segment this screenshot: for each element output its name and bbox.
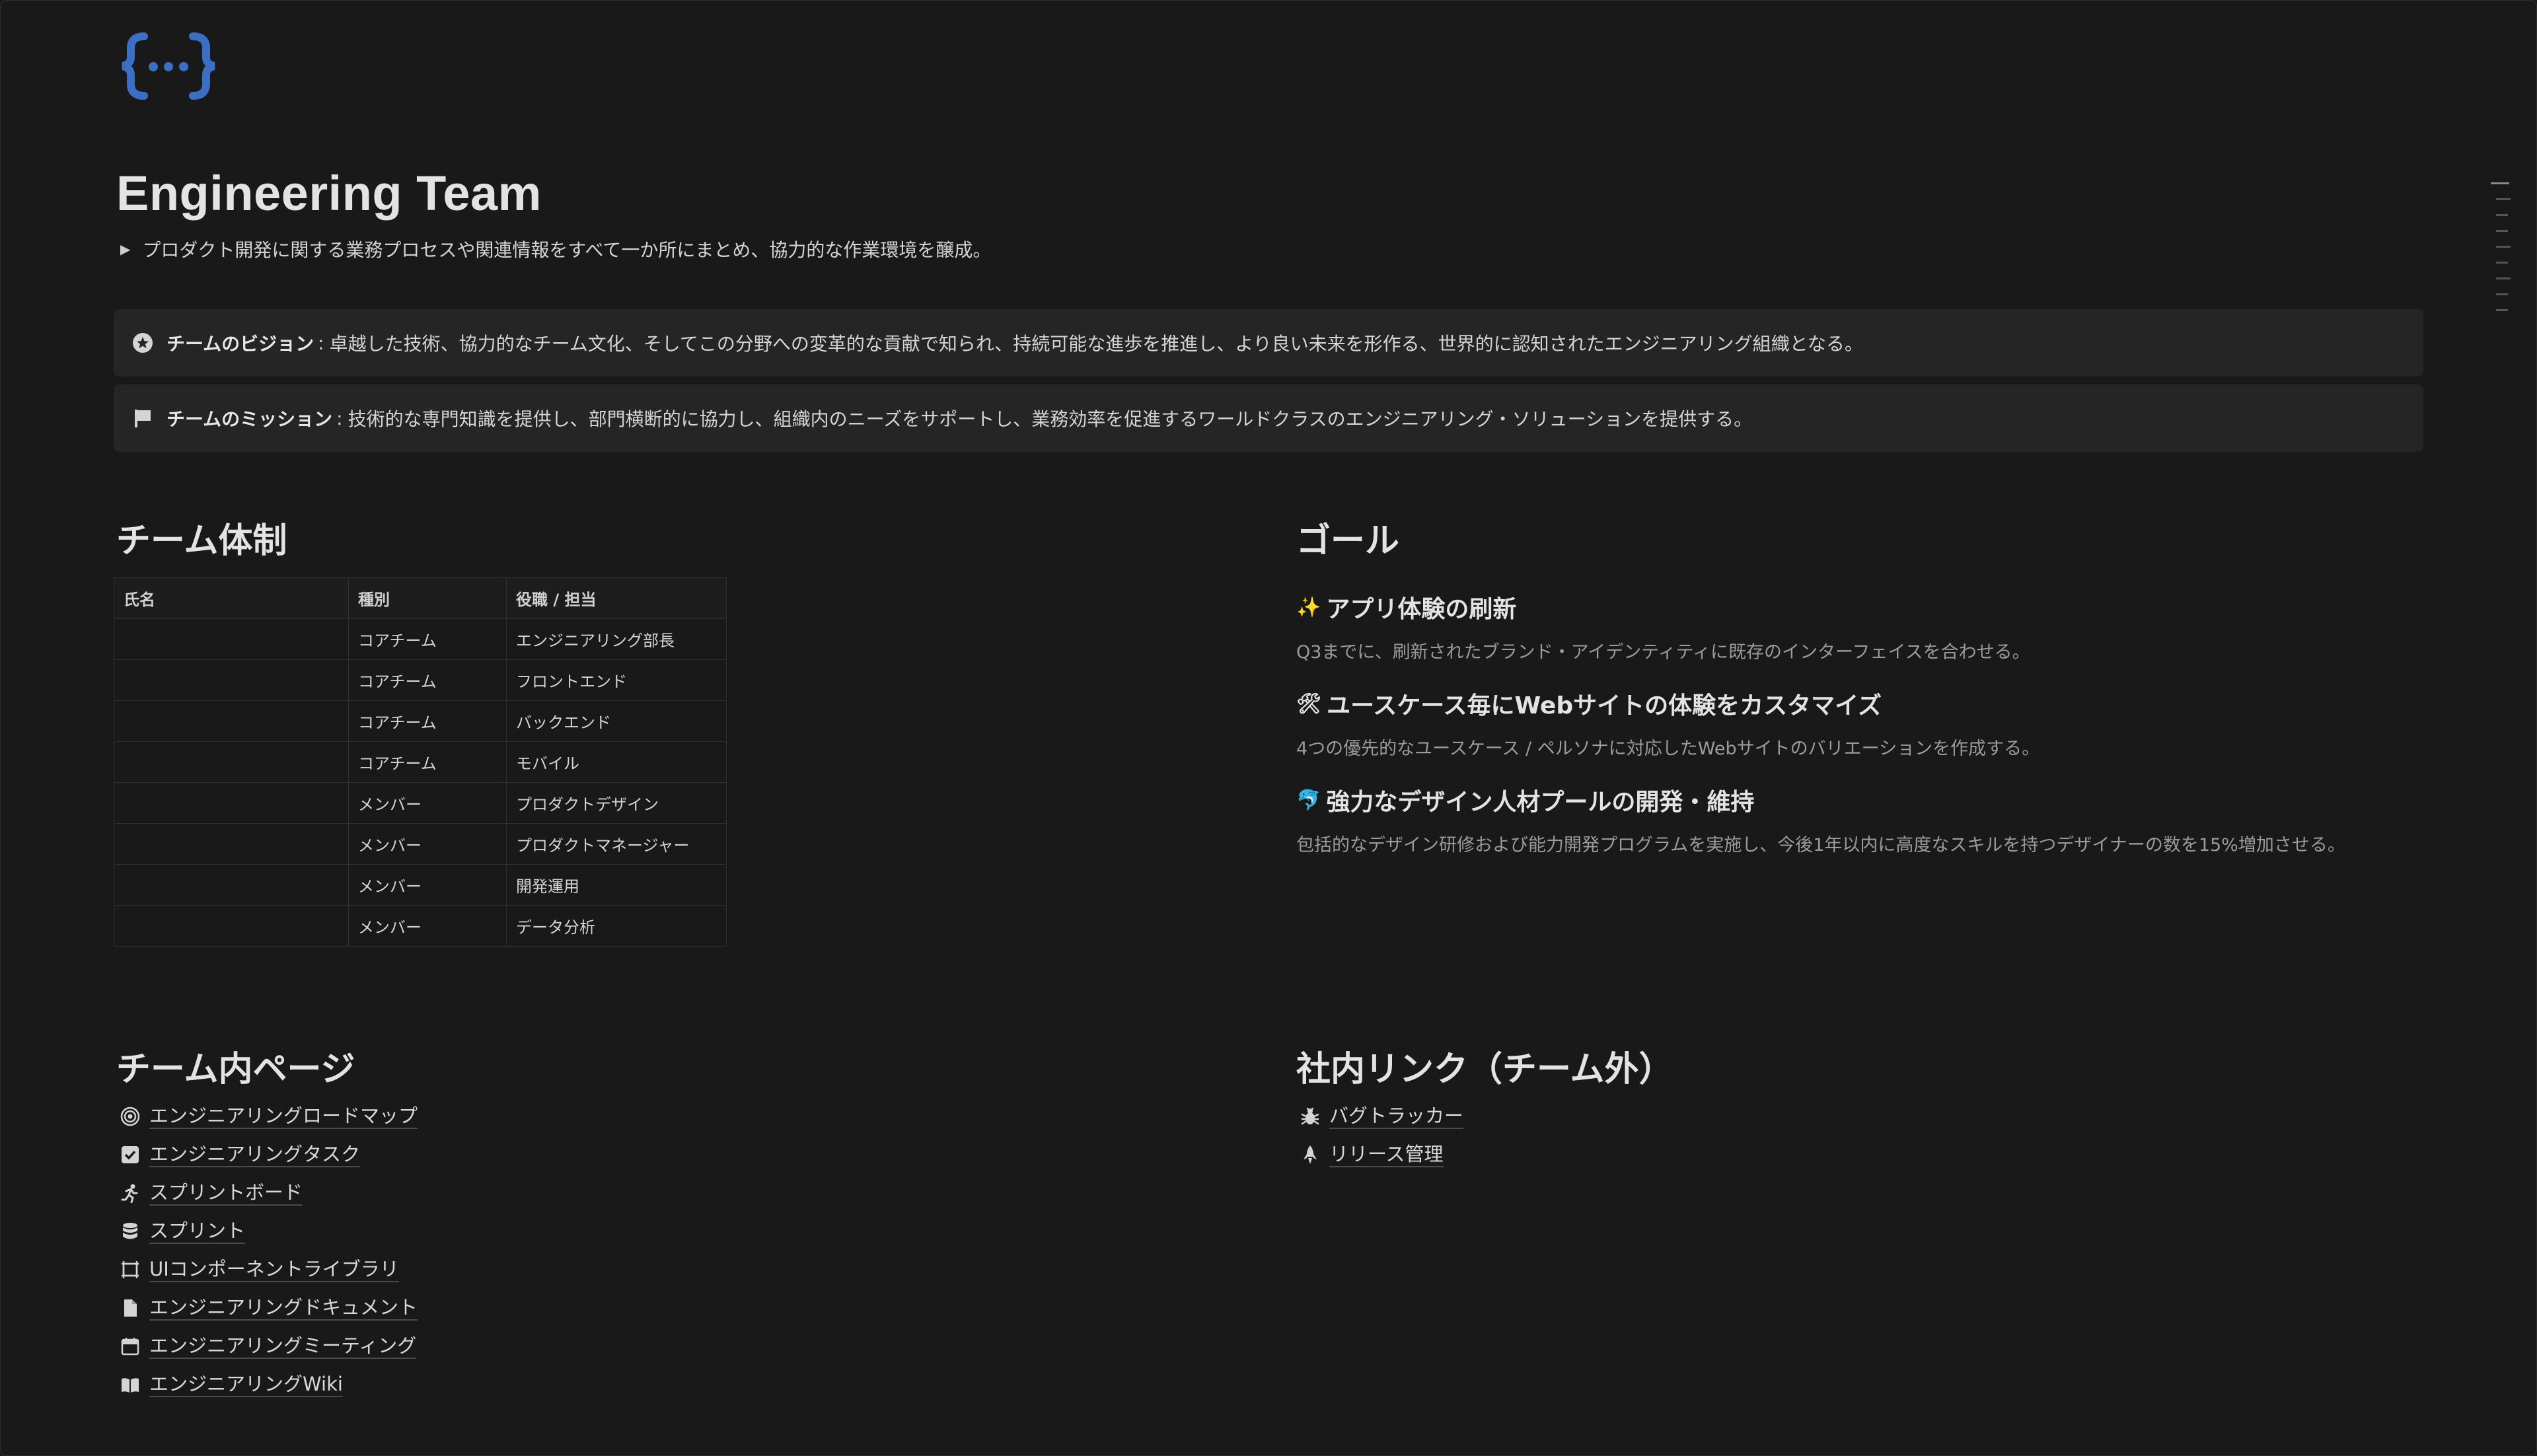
- summary-toggle[interactable]: ▶ プロダクト開発に関する業務プロセスや関連情報をすべて一か所にまとめ、協力的な…: [120, 236, 991, 262]
- sparkles-icon: ✨: [1296, 595, 1321, 619]
- star-circle-icon: [131, 331, 155, 355]
- external-links-list: バグトラッカー リリース管理: [1299, 1097, 1464, 1174]
- page-link-docs[interactable]: エンジニアリングドキュメント: [119, 1289, 418, 1327]
- table-row[interactable]: メンバー 開発運用: [114, 864, 727, 906]
- table-row[interactable]: コアチーム モバイル: [114, 741, 727, 783]
- cell-name[interactable]: [114, 864, 349, 906]
- team-table: 氏名 種別 役職 / 担当 コアチーム エンジニアリング部長 コアチーム フロントエ…: [114, 577, 727, 947]
- document-icon: [119, 1297, 141, 1319]
- page-link-label: UIコンポーネントライブラリ: [149, 1257, 399, 1282]
- page-link-label: エンジニアリングWiki: [149, 1372, 343, 1397]
- vision-text: 卓越した技術、協力的なチーム文化、そしてこの分野への変革的な貢献で知られ、持続可…: [329, 333, 1863, 355]
- column-header-role[interactable]: 役職 / 担当: [506, 577, 727, 619]
- page-link-tasks[interactable]: エンジニアリングタスク: [119, 1136, 418, 1174]
- column-header-name[interactable]: 氏名: [114, 577, 349, 619]
- frame-icon: [119, 1258, 141, 1281]
- page-link-ui-library[interactable]: UIコンポーネントライブラリ: [119, 1251, 418, 1289]
- runner-icon: [119, 1182, 141, 1204]
- cell-type[interactable]: コアチーム: [348, 700, 507, 742]
- vision-callout: チームのビジョン: 卓越した技術、協力的なチーム文化、そしてこの分野への変革的な…: [114, 309, 2423, 377]
- goal-item: 🐬 強力なデザイン人材プールの開発・維持 包括的なデザイン研修および能力開発プログ…: [1296, 783, 2345, 856]
- cell-role[interactable]: 開発運用: [506, 864, 727, 906]
- goal-item: ✨ アプリ体験の刷新 Q3までに、刷新されたブランド・アイデンティティに既存のイン…: [1296, 590, 2030, 663]
- page-link-label: スプリントボード: [149, 1181, 303, 1206]
- calendar-icon: [119, 1335, 141, 1358]
- table-row[interactable]: コアチーム エンジニアリング部長: [114, 618, 727, 660]
- internal-pages-heading: チーム内ページ: [116, 1050, 355, 1089]
- goal-description: 包括的なデザイン研修および能力開発プログラムを実施し、今後1年以内に高度なスキル…: [1296, 835, 2345, 855]
- checkbox-icon: [119, 1144, 141, 1166]
- cell-type[interactable]: メンバー: [348, 823, 507, 865]
- table-header-row: 氏名 種別 役職 / 担当: [114, 577, 727, 619]
- flag-icon: [131, 406, 155, 430]
- goal-title: 強力なデザイン人材プールの開発・維持: [1326, 789, 1755, 816]
- target-icon: [119, 1105, 141, 1128]
- rocket-icon: [1299, 1144, 1321, 1166]
- cell-name[interactable]: [114, 823, 349, 865]
- dolphin-icon: 🐬: [1296, 788, 1321, 812]
- database-icon: [119, 1220, 141, 1243]
- table-row[interactable]: コアチーム フロントエンド: [114, 659, 727, 701]
- goal-description: Q3までに、刷新されたブランド・アイデンティティに既存のインターフェイスを合わせ…: [1296, 642, 2030, 663]
- page-link-meetings[interactable]: エンジニアリングミーティング: [119, 1327, 418, 1365]
- goal-description: 4つの優先的なユースケース / ペルソナに対応したWebサイトのバリエーションを…: [1296, 739, 2040, 759]
- page-link-label: エンジニアリングミーティング: [149, 1334, 417, 1359]
- table-row[interactable]: メンバー プロダクトマネージャー: [114, 823, 727, 865]
- page-title[interactable]: Engineering Team: [116, 165, 542, 221]
- mission-callout: チームのミッション: 技術的な専門知識を提供し、部門横断的に協力し、組織内のニー…: [114, 384, 2423, 452]
- link-release-management[interactable]: リリース管理: [1299, 1136, 1463, 1174]
- cell-role[interactable]: データ分析: [506, 905, 727, 947]
- toggle-triangle-icon[interactable]: ▶: [120, 241, 130, 257]
- cell-name[interactable]: [114, 905, 349, 947]
- link-bug-tracker[interactable]: バグトラッカー: [1299, 1097, 1464, 1136]
- link-label: バグトラッカー: [1329, 1104, 1464, 1129]
- cell-name[interactable]: [114, 741, 349, 783]
- page-link-label: エンジニアリングドキュメント: [149, 1295, 418, 1321]
- book-icon: [119, 1373, 141, 1396]
- cell-name[interactable]: [114, 782, 349, 824]
- table-of-contents-indicator[interactable]: [2491, 182, 2517, 325]
- bug-icon: [1299, 1105, 1321, 1128]
- table-row[interactable]: メンバー データ分析: [114, 905, 727, 947]
- code-braces-logo-icon[interactable]: [119, 30, 218, 102]
- cell-role[interactable]: バックエンド: [506, 700, 727, 742]
- page-link-sprints[interactable]: スプリント: [119, 1212, 418, 1251]
- cell-role[interactable]: プロダクトマネージャー: [506, 823, 727, 865]
- cell-type[interactable]: コアチーム: [348, 659, 507, 701]
- cell-name[interactable]: [114, 618, 349, 660]
- cell-role[interactable]: モバイル: [506, 741, 727, 783]
- summary-text: プロダクト開発に関する業務プロセスや関連情報をすべて一か所にまとめ、協力的な作業…: [142, 239, 992, 261]
- page-link-label: スプリント: [149, 1219, 246, 1244]
- goal-title: アプリ体験の刷新: [1326, 596, 1517, 623]
- mission-label: チームのミッション: [166, 408, 333, 430]
- cell-name[interactable]: [114, 700, 349, 742]
- vision-label: チームのビジョン: [166, 333, 314, 355]
- internal-pages-list: エンジニアリングロードマップ エンジニアリングタスク スプリントボード スプリン…: [119, 1097, 418, 1404]
- goals-heading: ゴール: [1296, 521, 1400, 561]
- page-link-roadmap[interactable]: エンジニアリングロードマップ: [119, 1097, 418, 1136]
- table-row[interactable]: コアチーム バックエンド: [114, 700, 727, 742]
- cell-role[interactable]: プロダクトデザイン: [506, 782, 727, 824]
- page-link-wiki[interactable]: エンジニアリングWiki: [119, 1365, 418, 1404]
- goal-title: ユースケース毎にWebサイトの体験をカスタマイズ: [1327, 692, 1882, 719]
- table-row[interactable]: メンバー プロダクトデザイン: [114, 782, 727, 824]
- cell-type[interactable]: メンバー: [348, 864, 507, 906]
- page-link-sprint-board[interactable]: スプリントボード: [119, 1174, 418, 1212]
- cell-role[interactable]: エンジニアリング部長: [506, 618, 727, 660]
- cell-type[interactable]: コアチーム: [348, 741, 507, 783]
- page-link-label: エンジニアリングロードマップ: [149, 1104, 418, 1129]
- page-link-label: エンジニアリングタスク: [149, 1142, 361, 1167]
- mission-text: 技術的な専門知識を提供し、部門横断的に協力し、組織内のニーズをサポートし、業務効…: [348, 408, 1753, 430]
- cell-type[interactable]: メンバー: [348, 782, 507, 824]
- goal-item: 🛠 ユースケース毎にWebサイトの体験をカスタマイズ 4つの優先的なユースケース …: [1296, 686, 2040, 760]
- link-label: リリース管理: [1329, 1142, 1444, 1167]
- cell-type[interactable]: メンバー: [348, 905, 507, 947]
- cell-role[interactable]: フロントエンド: [506, 659, 727, 701]
- cell-name[interactable]: [114, 659, 349, 701]
- cell-type[interactable]: コアチーム: [348, 618, 507, 660]
- column-header-type[interactable]: 種別: [348, 577, 507, 619]
- team-heading: チーム体制: [116, 521, 287, 561]
- external-links-heading: 社内リンク（チーム外）: [1296, 1050, 1673, 1089]
- tools-icon: 🛠: [1296, 692, 1322, 715]
